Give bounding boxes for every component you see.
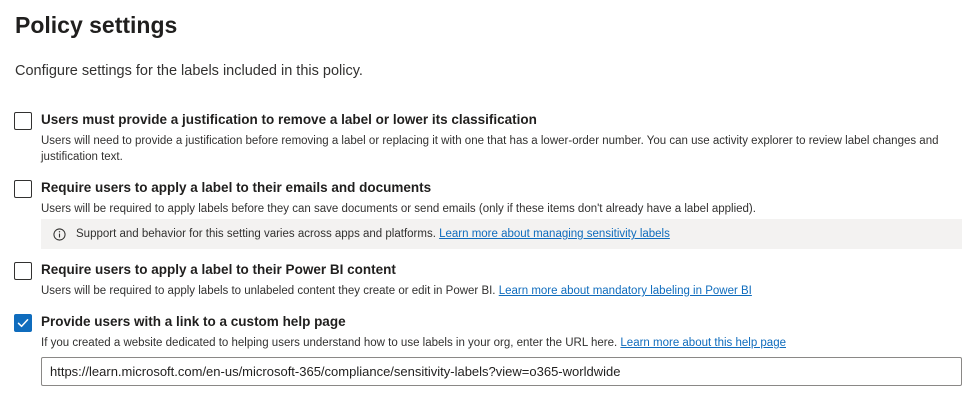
setting-title: Require users to apply a label to their …	[41, 180, 432, 195]
custom-help-page-checkbox[interactable]	[14, 314, 32, 332]
require-label-power-bi-checkbox[interactable]	[14, 262, 32, 280]
checkmark-icon	[17, 319, 29, 328]
learn-more-sensitivity-labels-link[interactable]: Learn more about managing sensitivity la…	[439, 228, 670, 240]
setting-title: Require users to apply a label to their …	[41, 262, 396, 277]
setting-description: Users will be required to apply labels b…	[41, 203, 756, 215]
setting-title: Provide users with a link to a custom he…	[41, 314, 346, 329]
description-text: Users will be required to apply labels t…	[41, 285, 496, 297]
setting-title: Users must provide a justification to re…	[41, 112, 537, 127]
setting-description: Users will need to provide a justificati…	[41, 135, 939, 163]
info-icon	[53, 227, 66, 241]
info-message-bar: Support and behavior for this setting va…	[41, 219, 962, 249]
setting-description: Users will be required to apply labels t…	[41, 283, 956, 299]
page-title: Policy settings	[15, 12, 178, 38]
learn-more-power-bi-link[interactable]: Learn more about mandatory labeling in P…	[499, 285, 752, 297]
justification-checkbox[interactable]	[14, 112, 32, 130]
setting-description: If you created a website dedicated to he…	[41, 335, 956, 351]
page-subtitle: Configure settings for the labels includ…	[15, 63, 363, 79]
info-text: Support and behavior for this setting va…	[76, 228, 436, 240]
require-label-emails-checkbox[interactable]	[14, 180, 32, 198]
learn-more-help-page-link[interactable]: Learn more about this help page	[620, 337, 786, 349]
description-text: If you created a website dedicated to he…	[41, 337, 618, 349]
help-page-url-input[interactable]	[41, 357, 962, 386]
